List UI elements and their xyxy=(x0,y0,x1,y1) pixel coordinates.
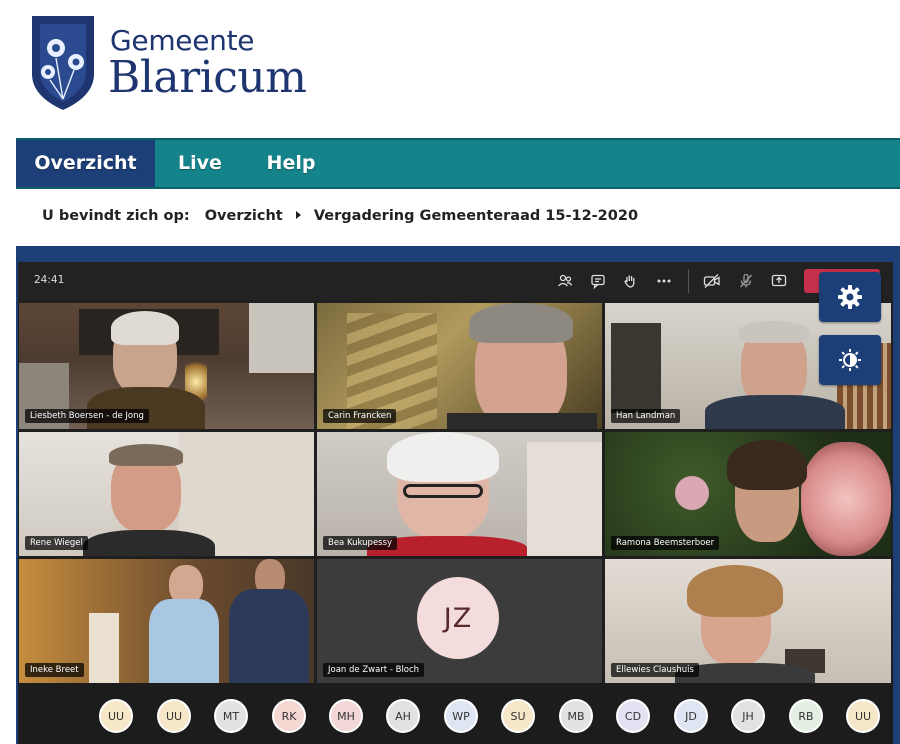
roster-avatar[interactable]: JH xyxy=(731,699,765,733)
video-tile[interactable]: JZ Joan de Zwart - Bloch xyxy=(317,559,602,683)
toolbar-divider xyxy=(688,269,689,293)
camera-off-icon[interactable] xyxy=(702,271,722,291)
participant-name: Han Landman xyxy=(611,409,681,423)
participants-icon[interactable] xyxy=(555,271,575,291)
video-tile[interactable]: Ramona Beemsterboer xyxy=(605,432,891,556)
participant-name: Liesbeth Boersen - de Jong xyxy=(25,409,149,423)
video-tile[interactable]: Bea Kukupessy xyxy=(317,432,602,556)
video-tile[interactable]: Liesbeth Boersen - de Jong xyxy=(19,303,314,429)
more-icon[interactable] xyxy=(654,271,674,291)
roster-avatar[interactable]: MH xyxy=(329,699,363,733)
roster-avatar[interactable]: MB xyxy=(559,699,593,733)
participant-name: Carin Francken xyxy=(323,409,397,423)
roster-avatar[interactable]: UU xyxy=(99,699,133,733)
roster-avatar[interactable]: RB xyxy=(789,699,823,733)
raise-hand-icon[interactable] xyxy=(620,271,640,291)
participant-name: Ellewies Claushuis xyxy=(611,663,699,677)
site-header: Gemeente Blaricum xyxy=(0,0,900,138)
roster-avatar[interactable]: JD xyxy=(674,699,708,733)
breadcrumb-separator-icon xyxy=(295,211,301,219)
brand-line-2: Blaricum xyxy=(108,52,307,103)
nav-overzicht[interactable]: Overzicht xyxy=(16,140,155,187)
share-screen-icon[interactable] xyxy=(769,271,789,291)
contrast-toggle-button[interactable] xyxy=(819,335,881,385)
roster-avatar[interactable]: UU xyxy=(846,699,880,733)
video-tile[interactable]: Ellewies Claushuis xyxy=(605,559,891,683)
roster-avatar[interactable]: CD xyxy=(616,699,650,733)
roster-avatar[interactable]: AH xyxy=(386,699,420,733)
meeting-toolbar: 24:41 xyxy=(18,262,893,300)
chat-icon[interactable] xyxy=(588,271,608,291)
breadcrumb-lead: U bevindt zich op: xyxy=(42,208,190,224)
blaricum-logo[interactable]: Gemeente Blaricum xyxy=(30,14,330,114)
participant-name: Joan de Zwart - Bloch xyxy=(323,663,425,677)
roster-avatar[interactable]: SU xyxy=(501,699,535,733)
breadcrumb-item-vergadering[interactable]: Vergadering Gemeenteraad 15-12-2020 xyxy=(314,208,638,224)
video-tile[interactable]: Carin Francken xyxy=(317,303,602,429)
roster-avatar[interactable]: UU xyxy=(157,699,191,733)
meeting-timer: 24:41 xyxy=(34,274,65,286)
breadcrumb-item-overzicht[interactable]: Overzicht xyxy=(205,208,283,224)
participant-name: Rene Wiegel xyxy=(25,536,88,550)
contrast-toggle-icon xyxy=(839,349,861,371)
breadcrumb: U bevindt zich op: Overzicht Vergadering… xyxy=(42,208,638,224)
settings-button[interactable] xyxy=(819,272,881,322)
participant-name: Ramona Beemsterboer xyxy=(611,536,720,550)
video-tile[interactable]: Rene Wiegel xyxy=(19,432,314,556)
participant-name: Ineke Breet xyxy=(25,663,84,677)
video-tile[interactable]: Ineke Breet xyxy=(19,559,314,683)
participant-initials-avatar: JZ xyxy=(417,577,499,659)
nav-live[interactable]: Live xyxy=(166,140,234,187)
roster-avatar[interactable]: MT xyxy=(214,699,248,733)
participant-name: Bea Kukupessy xyxy=(323,536,398,550)
coat-of-arms-icon xyxy=(32,16,94,110)
nav-help[interactable]: Help xyxy=(256,140,326,187)
mic-off-icon[interactable] xyxy=(736,271,756,291)
participant-roster: UU UU MT RK MH AH WP SU MB CD JD JH RB U… xyxy=(18,683,893,744)
settings-gear-icon xyxy=(838,285,862,309)
roster-avatar[interactable]: RK xyxy=(272,699,306,733)
meeting-window: 24:41 Liesbeth Boersen - de Jong Carin F… xyxy=(18,262,893,744)
roster-avatar[interactable]: WP xyxy=(444,699,478,733)
main-navigation: Overzicht Live Help xyxy=(16,138,900,189)
